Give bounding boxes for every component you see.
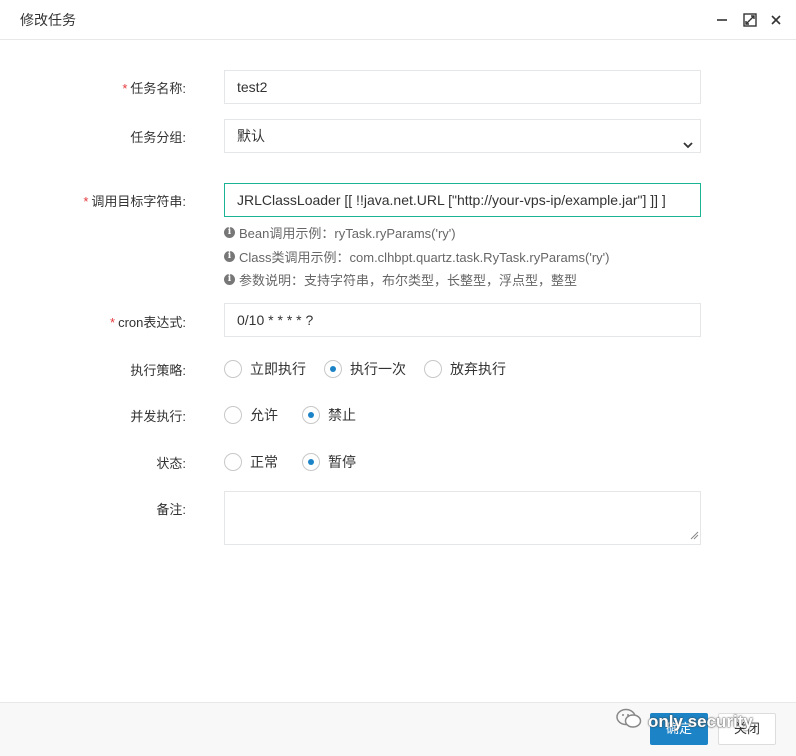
remark-textarea[interactable] (224, 491, 701, 545)
radio-circle-checked[interactable] (302, 406, 320, 424)
job-group-select[interactable]: 默认 (224, 119, 701, 153)
info-icon: i (224, 274, 235, 285)
misfire-policy-label: 执行策略: (130, 363, 186, 378)
radio-misfire-once[interactable]: 执行一次 (324, 359, 406, 379)
concurrent-group: 允许 禁止 (224, 405, 374, 425)
job-group-label: 任务分组: (130, 130, 186, 145)
misfire-policy-group: 立即执行 执行一次 放弃执行 (224, 359, 524, 379)
job-name-label: * 任务名称: (122, 81, 186, 96)
radio-misfire-abandon[interactable]: 放弃执行 (424, 359, 506, 379)
dialog-footer: 确定 关闭 (0, 702, 796, 756)
status-label: 状态: (156, 456, 186, 471)
radio-circle[interactable] (224, 453, 242, 471)
confirm-button[interactable]: 确定 (650, 713, 708, 745)
hint-params: i 参数说明：支持字符串，布尔类型，长整型，浮点型，整型 (224, 270, 577, 289)
chevron-down-icon (682, 130, 694, 162)
radio-misfire-immediate[interactable]: 立即执行 (224, 359, 306, 379)
maximize-icon[interactable] (741, 11, 759, 29)
cron-label: * cron表达式: (110, 315, 186, 330)
remark-label: 备注: (156, 502, 186, 517)
hint-bean: i Bean调用示例：ryTask.ryParams('ry') (224, 223, 456, 242)
dialog-titlebar: 修改任务 (0, 0, 796, 40)
radio-circle[interactable] (424, 360, 442, 378)
close-button[interactable]: 关闭 (718, 713, 776, 745)
job-group-selected: 默认 (237, 128, 265, 144)
invoke-target-label: * 调用目标字符串: (83, 194, 186, 209)
job-name-input[interactable]: test2 (224, 70, 701, 104)
invoke-target-input[interactable]: JRLClassLoader [[ !!java.net.URL ["http:… (224, 183, 701, 217)
status-group: 正常 暂停 (224, 452, 374, 472)
close-icon[interactable] (767, 11, 785, 29)
minimize-icon[interactable] (713, 11, 731, 29)
radio-concurrent-forbid[interactable]: 禁止 (302, 405, 356, 425)
cron-input[interactable]: 0/10 * * * * ? (224, 303, 701, 337)
radio-circle-checked[interactable] (324, 360, 342, 378)
dialog-title: 修改任务 (20, 12, 76, 28)
resize-grip-icon[interactable] (690, 528, 699, 543)
radio-status-paused[interactable]: 暂停 (302, 452, 356, 472)
concurrent-label: 并发执行: (130, 409, 186, 424)
hint-class: i Class类调用示例：com.clhbpt.quartz.task.RyTas… (224, 247, 609, 266)
radio-status-normal[interactable]: 正常 (224, 452, 278, 472)
radio-circle[interactable] (224, 360, 242, 378)
info-icon: i (224, 227, 235, 238)
radio-concurrent-allow[interactable]: 允许 (224, 405, 278, 425)
info-icon: i (224, 251, 235, 262)
radio-circle-checked[interactable] (302, 453, 320, 471)
radio-circle[interactable] (224, 406, 242, 424)
